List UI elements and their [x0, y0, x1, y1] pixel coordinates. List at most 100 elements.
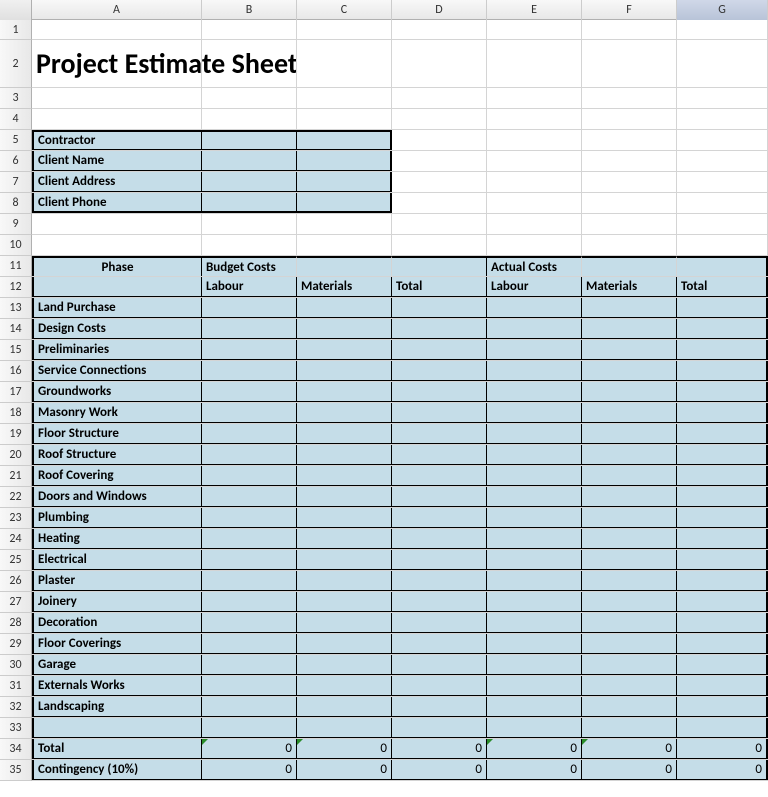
phase-label[interactable]: Preliminaries — [32, 340, 202, 360]
row-header[interactable]: 18 — [0, 403, 32, 424]
cell[interactable] — [582, 151, 677, 171]
row-header[interactable]: 32 — [0, 697, 32, 718]
phase-value[interactable] — [297, 676, 392, 696]
phase-label[interactable]: Electrical — [32, 550, 202, 570]
phase-value[interactable] — [202, 382, 297, 402]
row-header[interactable]: 9 — [0, 214, 32, 235]
phase-value[interactable] — [487, 571, 582, 591]
phase-value[interactable] — [202, 487, 297, 507]
cell[interactable] — [392, 109, 487, 129]
phase-label[interactable]: Plumbing — [32, 508, 202, 528]
row-header[interactable]: 19 — [0, 424, 32, 445]
row-header[interactable]: 10 — [0, 235, 32, 256]
row-header[interactable]: 16 — [0, 361, 32, 382]
phase-label[interactable]: Landscaping — [32, 697, 202, 717]
cell[interactable] — [392, 193, 487, 213]
row-header[interactable]: 27 — [0, 592, 32, 613]
phase-value[interactable] — [297, 655, 392, 675]
phase-value[interactable] — [297, 529, 392, 549]
phase-value[interactable] — [487, 361, 582, 381]
cell[interactable] — [582, 214, 677, 234]
phase-value[interactable] — [297, 382, 392, 402]
client-value[interactable] — [297, 172, 392, 192]
phase-value[interactable] — [677, 403, 768, 423]
client-value[interactable] — [202, 172, 297, 192]
phase-value[interactable] — [202, 634, 297, 654]
phase-label[interactable]: Externals Works — [32, 676, 202, 696]
phase-value[interactable] — [297, 319, 392, 339]
total-value[interactable]: 0 — [297, 739, 392, 759]
phase-label[interactable]: Land Purchase — [32, 298, 202, 318]
cell[interactable] — [202, 214, 297, 234]
client-value[interactable] — [202, 130, 297, 150]
phase-value[interactable] — [297, 466, 392, 486]
phase-value[interactable] — [487, 592, 582, 612]
phase-value[interactable] — [297, 298, 392, 318]
phase-value[interactable] — [582, 592, 677, 612]
phase-label[interactable]: Design Costs — [32, 319, 202, 339]
row-header[interactable]: 1 — [0, 20, 32, 40]
row-header[interactable]: 17 — [0, 382, 32, 403]
phase-value[interactable] — [582, 529, 677, 549]
phase-value[interactable] — [582, 697, 677, 717]
client-value[interactable] — [202, 193, 297, 213]
cell[interactable] — [392, 718, 487, 738]
title-cell[interactable]: Project Estimate Sheet — [32, 40, 202, 87]
cell[interactable] — [487, 235, 582, 255]
phase-value[interactable] — [392, 382, 487, 402]
phase-value[interactable] — [392, 487, 487, 507]
phase-value[interactable] — [297, 403, 392, 423]
contingency-value[interactable]: 0 — [582, 760, 677, 780]
phase-value[interactable] — [392, 697, 487, 717]
phase-value[interactable] — [297, 697, 392, 717]
phase-value[interactable] — [582, 676, 677, 696]
row-header[interactable]: 5 — [0, 130, 32, 151]
phase-value[interactable] — [392, 361, 487, 381]
header-budget[interactable]: Budget Costs — [202, 256, 297, 276]
row-header[interactable]: 3 — [0, 88, 32, 109]
phase-value[interactable] — [677, 676, 768, 696]
cell[interactable] — [677, 88, 768, 108]
client-label[interactable]: Client Address — [32, 172, 202, 192]
phase-value[interactable] — [297, 340, 392, 360]
phase-value[interactable] — [582, 508, 677, 528]
row-header[interactable]: 4 — [0, 109, 32, 130]
phase-value[interactable] — [202, 571, 297, 591]
client-value[interactable] — [202, 151, 297, 171]
row-header[interactable]: 12 — [0, 277, 32, 298]
cell[interactable] — [582, 20, 677, 39]
header-materials[interactable]: Materials — [582, 277, 677, 297]
phase-value[interactable] — [487, 697, 582, 717]
phase-value[interactable] — [677, 445, 768, 465]
phase-label[interactable]: Roof Covering — [32, 466, 202, 486]
header-actual[interactable]: Actual Costs — [487, 256, 582, 276]
phase-value[interactable] — [582, 298, 677, 318]
cell[interactable] — [297, 40, 392, 87]
phase-value[interactable] — [202, 676, 297, 696]
client-value[interactable] — [297, 193, 392, 213]
row-header[interactable]: 14 — [0, 319, 32, 340]
phase-value[interactable] — [392, 340, 487, 360]
cell[interactable] — [677, 235, 768, 255]
cell[interactable] — [202, 88, 297, 108]
total-value[interactable]: 0 — [392, 739, 487, 759]
phase-value[interactable] — [487, 550, 582, 570]
cell[interactable] — [677, 214, 768, 234]
phase-value[interactable] — [582, 361, 677, 381]
phase-value[interactable] — [487, 298, 582, 318]
phase-value[interactable] — [392, 424, 487, 444]
phase-value[interactable] — [297, 361, 392, 381]
cell[interactable] — [582, 88, 677, 108]
phase-value[interactable] — [677, 466, 768, 486]
cell[interactable] — [677, 109, 768, 129]
phase-value[interactable] — [582, 445, 677, 465]
cell[interactable] — [297, 214, 392, 234]
phase-value[interactable] — [487, 613, 582, 633]
row-header[interactable]: 24 — [0, 529, 32, 550]
row-header[interactable]: 2 — [0, 40, 32, 88]
phase-value[interactable] — [487, 424, 582, 444]
cell[interactable] — [297, 109, 392, 129]
phase-value[interactable] — [582, 424, 677, 444]
phase-value[interactable] — [582, 403, 677, 423]
cell[interactable] — [582, 109, 677, 129]
